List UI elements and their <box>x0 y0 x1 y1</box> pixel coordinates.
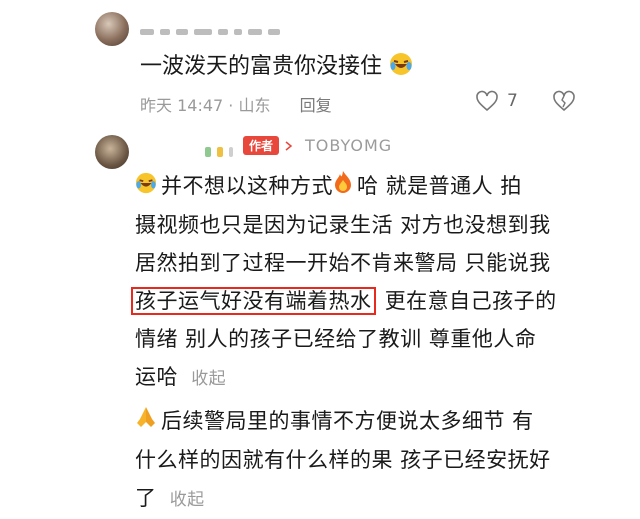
text-line: 什么样的因就有什么样的果 孩子已经安抚好 <box>135 448 551 472</box>
text-line: 了 收起 <box>135 486 205 510</box>
text-line: 运哈 收起 <box>135 365 227 389</box>
collapse-button[interactable]: 收起 <box>191 369 226 389</box>
heart-icon <box>476 90 498 112</box>
comment-body: 后续警局里的事情不方便说太多细节 有 什么样的因就有什么样的果 孩子已经安抚好 … <box>135 402 605 519</box>
avatar[interactable] <box>95 135 129 169</box>
username-blurred <box>140 20 286 35</box>
text-line: 后续警局里的事情不方便说太多细节 有 <box>135 402 605 441</box>
dislike-button[interactable] <box>552 90 576 116</box>
reply-button[interactable]: 回复 <box>300 96 332 115</box>
author-row: 作者 TOBYOMG <box>243 136 392 155</box>
like-button[interactable]: 7 <box>475 90 518 112</box>
author-name: TOBYOMG <box>305 136 393 155</box>
like-count: 7 <box>507 91 518 111</box>
text-line: 情绪 别人的孩子已经给了教训 尊重他人命 <box>135 327 537 351</box>
tag-arrow-icon <box>285 140 293 151</box>
author-tag: 作者 <box>243 136 280 155</box>
praying-hands-emoji-icon <box>135 403 157 441</box>
laughing-crying-emoji-icon <box>389 52 413 82</box>
text-line: 孩子运气好没有端着热水 更在意自己孩子的 <box>131 282 605 320</box>
comment-meta: 昨天 14:47 · 山东 回复 <box>140 96 332 115</box>
avatar[interactable] <box>95 12 129 46</box>
comment-body: 并不想以这种方式 哈 就是普通人 拍 摄视频也只是因为记录生活 对方也没想到我 … <box>131 167 605 398</box>
text-line: 居然拍到了过程一开始不肯来警局 只能说我 <box>135 251 551 275</box>
collapse-button[interactable]: 收起 <box>170 490 205 510</box>
fire-emoji-icon <box>333 168 353 206</box>
highlighted-text: 孩子运气好没有端着热水 <box>131 287 376 315</box>
text-line: 并不想以这种方式 哈 就是普通人 拍 <box>135 167 605 206</box>
comment-text: 一波泼天的富贵你没接住 <box>140 48 417 82</box>
username-blurred <box>205 142 239 157</box>
laughing-crying-emoji-icon <box>135 168 157 206</box>
text-line: 摄视频也只是因为记录生活 对方也没想到我 <box>135 213 551 237</box>
broken-heart-icon <box>553 90 575 112</box>
